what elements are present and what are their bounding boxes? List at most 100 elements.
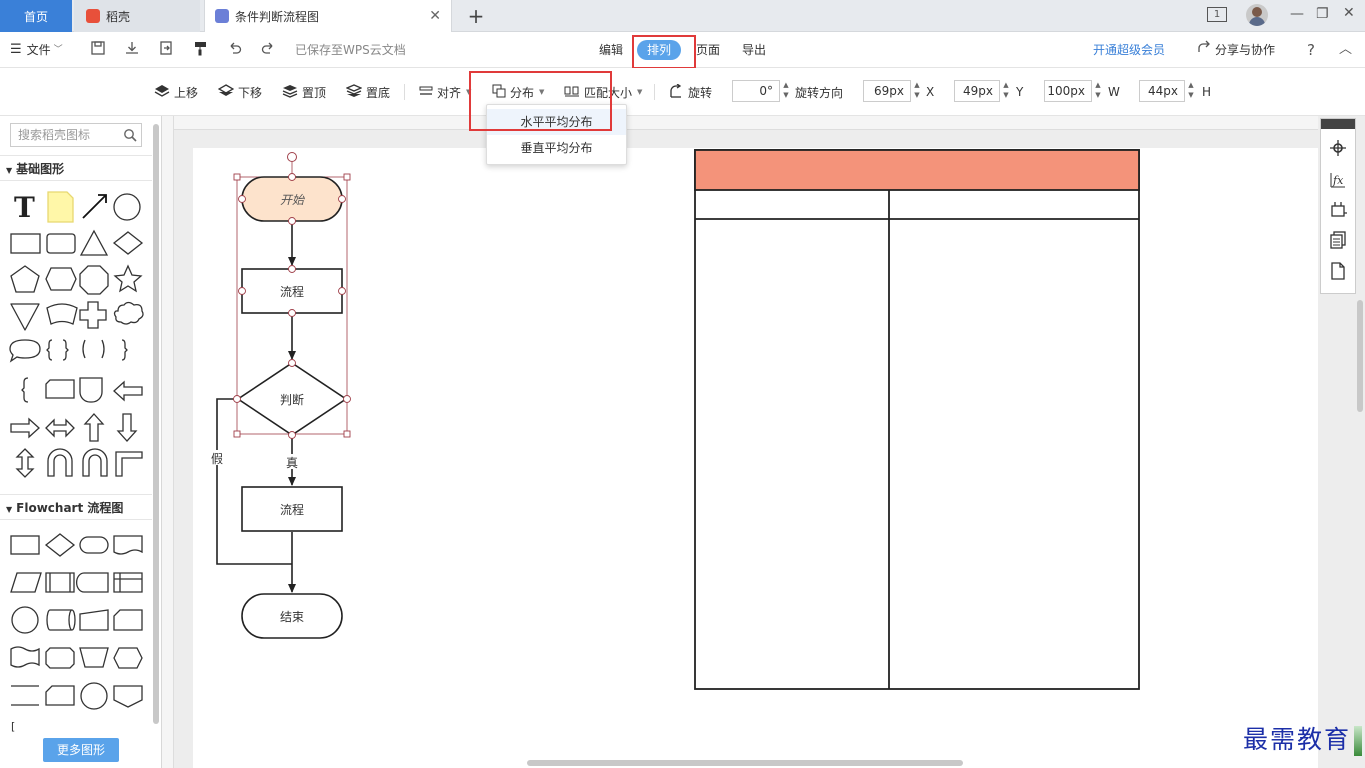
process-label: 流程 [279, 285, 304, 299]
send-to-bottom-button[interactable]: 置底 [345, 83, 390, 101]
move-up-button[interactable]: 上移 [154, 83, 198, 101]
table-shape[interactable] [694, 149, 1140, 691]
tab-close-icon[interactable]: ✕ [429, 8, 441, 24]
width-input[interactable]: 100px [1044, 80, 1092, 102]
match-size-dropdown[interactable]: 匹配大小 ▼ [564, 83, 642, 101]
rotate-handle[interactable] [287, 152, 297, 162]
bring-to-top-icon [282, 84, 298, 101]
avatar[interactable] [1246, 4, 1268, 26]
menu-tab-arrange[interactable]: 排列 [637, 40, 681, 60]
flag-shape-icon [46, 303, 78, 325]
bracket-shape-icon[interactable]: [ [11, 720, 15, 733]
document-shape-icon [113, 535, 143, 555]
distribute-vertical-option[interactable]: 垂直平均分布 [487, 135, 626, 161]
move-up-icon [154, 84, 170, 101]
vip-link[interactable]: 开通超级会员 [1093, 40, 1165, 60]
flowchart-diagram[interactable] [193, 148, 673, 760]
crop-icon[interactable] [1329, 201, 1347, 222]
rotate-button[interactable]: 旋转 [668, 82, 712, 101]
save-icon[interactable] [90, 40, 106, 60]
preparation-shape-icon [113, 647, 143, 669]
height-input[interactable]: 44px [1139, 80, 1185, 102]
menu-tab-edit[interactable]: 编辑 [599, 40, 623, 60]
basic-shapes-grid[interactable]: T [6, 186, 152, 486]
help-icon[interactable]: ? [1307, 40, 1315, 60]
rotate-angle-input[interactable]: 0° [732, 80, 780, 102]
new-tab-button[interactable]: + [462, 0, 490, 32]
star-icon [113, 264, 143, 293]
x-position-stepper[interactable]: ▲ ▼ [912, 80, 922, 102]
category-basic-label: 基础图形 [16, 162, 65, 176]
collapse-ribbon-icon[interactable]: ︿ [1339, 40, 1352, 60]
height-stepper[interactable]: ▲ ▼ [1186, 80, 1196, 102]
rectangle-icon [10, 233, 41, 254]
formula-icon[interactable]: fx [1329, 171, 1347, 192]
svg-text:fx: fx [1332, 174, 1344, 187]
restore-icon[interactable]: ❐ [1316, 6, 1329, 22]
rotate-direction-label[interactable]: 旋转方向 [795, 83, 843, 101]
menu-tab-page[interactable]: 页面 [696, 40, 720, 60]
search-icon[interactable] [123, 127, 137, 149]
y-position-stepper[interactable]: ▲ ▼ [1001, 80, 1011, 102]
distribute-dropdown[interactable]: 分布 ▼ [492, 83, 544, 101]
download-icon[interactable] [124, 40, 140, 60]
pages-icon[interactable] [1329, 231, 1347, 252]
y-position-input[interactable]: 49px [954, 80, 1000, 102]
u-turn-arrow-icon [82, 448, 108, 477]
move-up-label: 上移 [174, 85, 199, 100]
align-icon [419, 85, 433, 100]
sidebar-scrollbar[interactable] [153, 124, 159, 724]
x-position-input[interactable]: 69px [863, 80, 911, 102]
display-shape-icon [45, 647, 75, 669]
width-stepper[interactable]: ▲ ▼ [1093, 80, 1103, 102]
sticky-note-icon [47, 191, 74, 223]
stored-data-icon [75, 572, 109, 593]
file-menu[interactable]: ☰ 文件 ﹀ [10, 40, 63, 60]
w-label: W [1108, 85, 1120, 99]
right-brace-icon [121, 339, 128, 361]
arrange-toolbar: 上移 下移 置顶 置底 对齐 ▼ 分布 ▼ 匹配大小 ▼ 旋转 0° ▲ ▼ 旋转… [0, 68, 1365, 116]
export-doc-icon[interactable] [158, 40, 174, 60]
share-icon [1197, 40, 1211, 60]
distribute-label: 分布 [510, 85, 535, 100]
rotate-angle-stepper[interactable]: ▲ ▼ [781, 80, 791, 102]
text-shape-icon: T [14, 191, 35, 224]
data-shape-icon [10, 572, 42, 593]
blank-page-icon[interactable] [1329, 262, 1347, 283]
toolbar-divider [404, 84, 405, 100]
minimize-icon[interactable]: — [1290, 6, 1304, 22]
share-button[interactable]: 分享与协作 [1197, 40, 1275, 60]
distribute-horizontal-option[interactable]: 水平平均分布 [487, 109, 626, 135]
start-label: 开始 [279, 193, 304, 207]
redo-icon[interactable] [260, 40, 276, 60]
daoke-logo-icon [86, 9, 100, 23]
move-down-button[interactable]: 下移 [217, 83, 262, 101]
format-painter-icon[interactable] [193, 40, 209, 60]
window-count-badge[interactable]: 1 [1207, 7, 1227, 22]
down-arrow-icon [116, 413, 138, 442]
tab-document[interactable]: 条件判断流程图 ✕ [204, 0, 452, 32]
category-flowchart[interactable]: ▼ Flowchart 流程图 [0, 494, 152, 520]
category-basic-shapes[interactable]: ▼ 基础图形 [0, 155, 152, 181]
diamond-icon [112, 231, 144, 255]
bring-to-top-button[interactable]: 置顶 [282, 83, 326, 101]
navigator-icon[interactable] [1329, 139, 1347, 160]
undo-icon[interactable] [227, 40, 243, 60]
flowchart-shapes-grid[interactable] [6, 528, 152, 728]
close-window-icon[interactable]: ✕ [1343, 5, 1355, 21]
direct-data-icon [46, 609, 76, 631]
search-input[interactable]: 搜索稻壳图标 [10, 123, 142, 147]
tab-home[interactable]: 首页 [0, 0, 72, 32]
align-dropdown[interactable]: 对齐 ▼ [419, 83, 471, 101]
more-shapes-button[interactable]: 更多图形 [43, 738, 119, 762]
tab-bar: 首页 稻壳 条件判断流程图 ✕ + 1 — ❐ ✕ [0, 0, 1365, 32]
process-2-label: 流程 [279, 503, 304, 517]
caret-down-icon: ▼ [637, 88, 643, 96]
tab-daoke[interactable]: 稻壳 [74, 0, 200, 32]
file-menu-label: 文件 [26, 43, 51, 57]
vertical-scrollbar[interactable] [1357, 300, 1363, 412]
right-tool-panel: fx [1320, 118, 1356, 294]
menu-tab-export[interactable]: 导出 [742, 40, 766, 60]
distribute-dropdown-menu: 水平平均分布 垂直平均分布 [486, 104, 627, 165]
horizontal-scrollbar[interactable] [527, 760, 963, 766]
